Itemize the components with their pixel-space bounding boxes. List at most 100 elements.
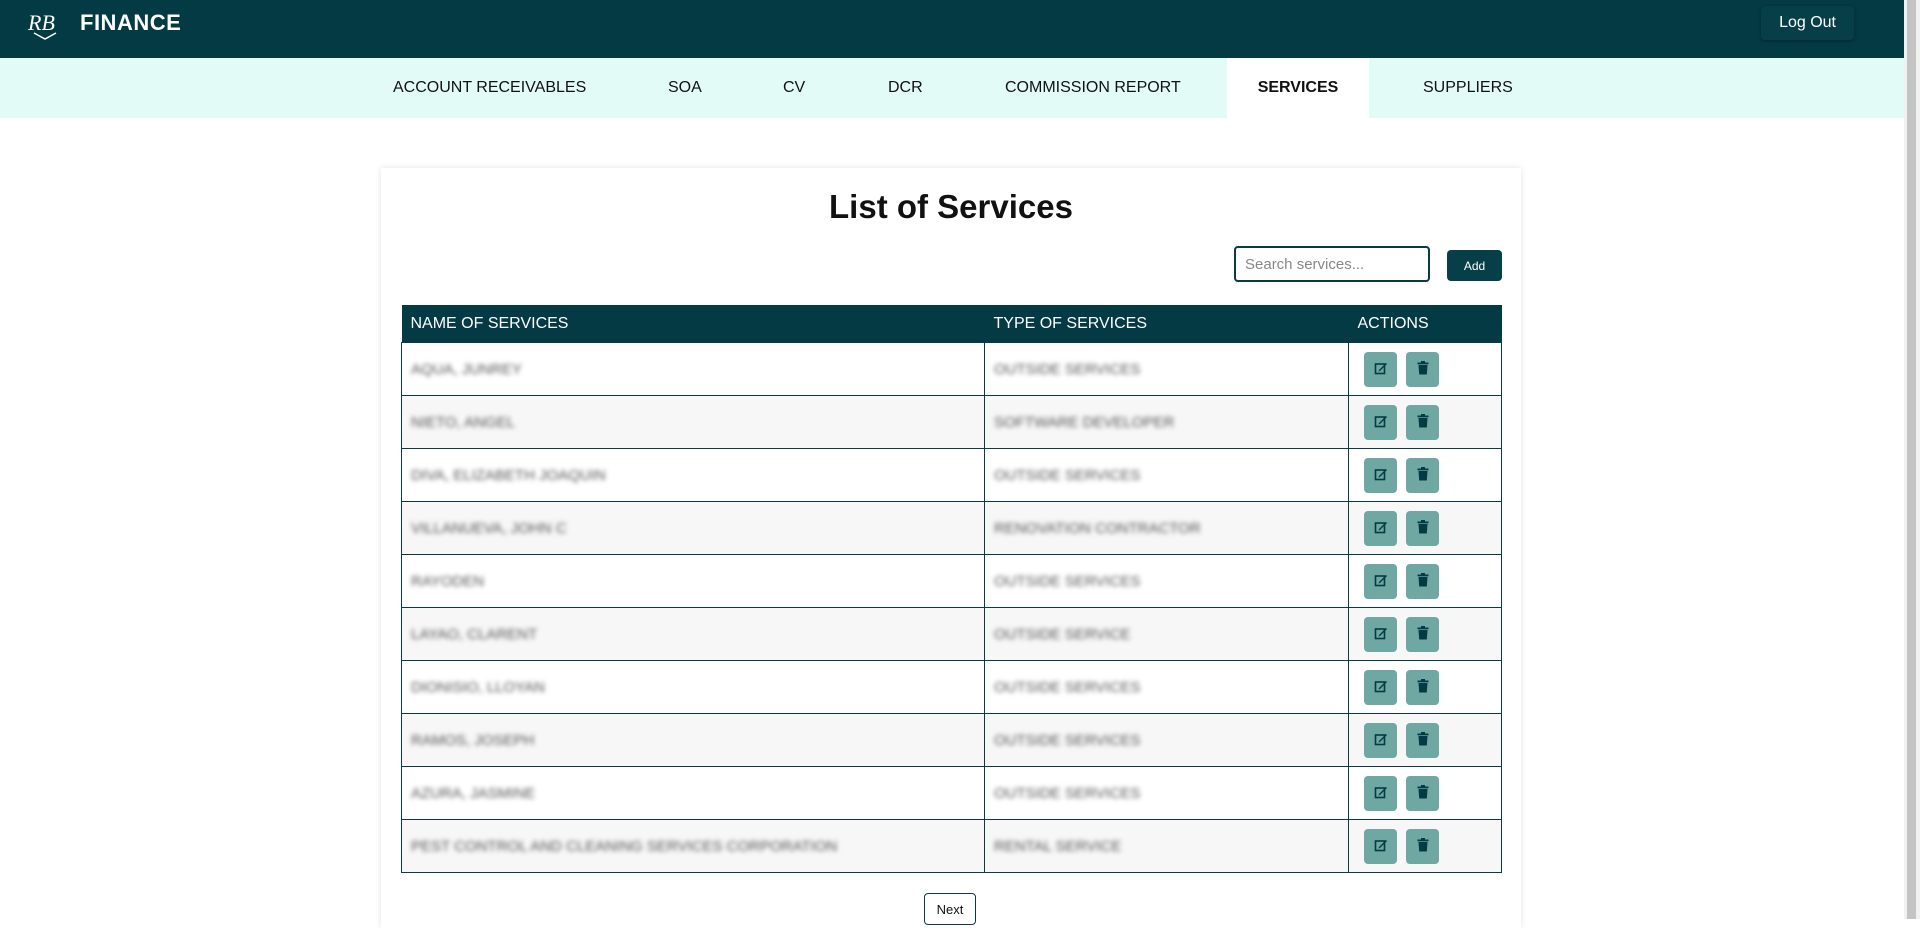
service-type: OUTSIDE SERVICE	[994, 625, 1131, 643]
service-name: DIVA, ELIZABETH JOAQUIN	[411, 466, 606, 484]
service-type: OUTSIDE SERVICES	[994, 678, 1141, 696]
trash-icon	[1417, 519, 1429, 537]
next-page-button[interactable]: Next	[924, 893, 976, 925]
edit-button[interactable]	[1364, 775, 1397, 811]
service-type: OUTSIDE SERVICES	[994, 466, 1141, 484]
edit-button[interactable]	[1364, 457, 1397, 493]
service-type: RENTAL SERVICE	[994, 837, 1122, 855]
table-row: NIETO, ANGEL SOFTWARE DEVELOPER	[401, 395, 1502, 449]
service-name: RAMOS, JOSEPH	[411, 731, 535, 749]
actions-cell	[1348, 342, 1502, 396]
scroll-thumb[interactable]	[1907, 0, 1916, 919]
svg-text:RB: RB	[27, 10, 55, 35]
actions-cell	[1348, 395, 1502, 449]
tab-suppliers[interactable]: SUPPLIERS	[1423, 58, 1513, 118]
edit-icon	[1374, 785, 1388, 802]
service-name: VILLANUEVA, JOHN C	[411, 519, 567, 537]
service-name: AQUA, JUNREY	[411, 360, 522, 378]
edit-icon	[1374, 414, 1388, 431]
service-type-cell: OUTSIDE SERVICES	[984, 554, 1349, 608]
scrollbar[interactable]	[1904, 0, 1920, 919]
service-type-cell: OUTSIDE SERVICES	[984, 766, 1349, 820]
service-name-cell: DIONISIO, LLOYAN	[401, 660, 985, 714]
trash-icon	[1417, 784, 1429, 802]
edit-icon	[1374, 361, 1388, 378]
delete-button[interactable]	[1406, 563, 1439, 599]
table-header-row: NAME OF SERVICES TYPE OF SERVICES ACTION…	[401, 305, 1502, 343]
delete-button[interactable]	[1406, 457, 1439, 493]
edit-button[interactable]	[1364, 510, 1397, 546]
edit-button[interactable]	[1364, 669, 1397, 705]
edit-button[interactable]	[1364, 404, 1397, 440]
edit-button[interactable]	[1364, 828, 1397, 864]
edit-icon	[1374, 679, 1388, 696]
service-type: OUTSIDE SERVICES	[994, 360, 1141, 378]
tab-commission-report[interactable]: COMMISSION REPORT	[1005, 58, 1181, 118]
service-type-cell: RENTAL SERVICE	[984, 819, 1349, 873]
table-row: LAYAO, CLARENT OUTSIDE SERVICE	[401, 607, 1502, 661]
delete-button[interactable]	[1406, 351, 1439, 387]
service-type-cell: OUTSIDE SERVICES	[984, 660, 1349, 714]
trash-icon	[1417, 837, 1429, 855]
main-nav: ACCOUNT RECEIVABLES SOA CV DCR COMMISSIO…	[0, 58, 1904, 118]
actions-cell	[1348, 501, 1502, 555]
table-row: AQUA, JUNREY OUTSIDE SERVICES	[401, 342, 1502, 396]
table-row: VILLANUEVA, JOHN C RENOVATION CONTRACTOR	[401, 501, 1502, 555]
actions-cell	[1348, 448, 1502, 502]
service-type-cell: SOFTWARE DEVELOPER	[984, 395, 1349, 449]
edit-icon	[1374, 467, 1388, 484]
delete-button[interactable]	[1406, 775, 1439, 811]
table-row: RAYODEN OUTSIDE SERVICES	[401, 554, 1502, 608]
services-card: List of Services Add NAME OF SERVICES TY…	[381, 168, 1521, 928]
page-title: List of Services	[829, 188, 1073, 225]
tab-services[interactable]: SERVICES	[1227, 58, 1369, 118]
tab-soa[interactable]: SOA	[668, 58, 702, 118]
service-name: LAYAO, CLARENT	[411, 625, 538, 643]
service-type: OUTSIDE SERVICES	[994, 731, 1141, 749]
logout-button[interactable]: Log Out	[1761, 6, 1854, 40]
tab-cv[interactable]: CV	[783, 58, 805, 118]
actions-cell	[1348, 554, 1502, 608]
service-name-cell: PEST CONTROL AND CLEANING SERVICES CORPO…	[401, 819, 985, 873]
add-button[interactable]: Add	[1447, 250, 1502, 281]
service-name: AZURA, JASMINE	[411, 784, 536, 802]
delete-button[interactable]	[1406, 616, 1439, 652]
service-name-cell: DIVA, ELIZABETH JOAQUIN	[401, 448, 985, 502]
actions-cell	[1348, 660, 1502, 714]
trash-icon	[1417, 413, 1429, 431]
service-type-cell: OUTSIDE SERVICE	[984, 607, 1349, 661]
service-name-cell: RAMOS, JOSEPH	[401, 713, 985, 767]
trash-icon	[1417, 360, 1429, 378]
service-name: RAYODEN	[411, 572, 485, 590]
edit-button[interactable]	[1364, 722, 1397, 758]
services-table: NAME OF SERVICES TYPE OF SERVICES ACTION…	[401, 305, 1502, 873]
service-type-cell: OUTSIDE SERVICES	[984, 342, 1349, 396]
table-row: AZURA, JASMINE OUTSIDE SERVICES	[401, 766, 1502, 820]
tab-dcr[interactable]: DCR	[888, 58, 923, 118]
delete-button[interactable]	[1406, 404, 1439, 440]
edit-icon	[1374, 838, 1388, 855]
service-name: DIONISIO, LLOYAN	[411, 678, 545, 696]
service-name-cell: LAYAO, CLARENT	[401, 607, 985, 661]
delete-button[interactable]	[1406, 828, 1439, 864]
service-name-cell: AZURA, JASMINE	[401, 766, 985, 820]
edit-icon	[1374, 626, 1388, 643]
service-name-cell: AQUA, JUNREY	[401, 342, 985, 396]
column-header-type: TYPE OF SERVICES	[984, 305, 1349, 343]
column-header-actions: ACTIONS	[1348, 305, 1502, 343]
brand: RB FINANCE	[26, 6, 181, 40]
delete-button[interactable]	[1406, 510, 1439, 546]
delete-button[interactable]	[1406, 722, 1439, 758]
tab-account-receivables[interactable]: ACCOUNT RECEIVABLES	[393, 58, 586, 118]
service-type: OUTSIDE SERVICES	[994, 572, 1141, 590]
edit-button[interactable]	[1364, 351, 1397, 387]
service-name-cell: VILLANUEVA, JOHN C	[401, 501, 985, 555]
service-name-cell: RAYODEN	[401, 554, 985, 608]
edit-button[interactable]	[1364, 616, 1397, 652]
edit-button[interactable]	[1364, 563, 1397, 599]
trash-icon	[1417, 731, 1429, 749]
delete-button[interactable]	[1406, 669, 1439, 705]
top-bar: RB FINANCE Log Out	[0, 0, 1904, 58]
actions-cell	[1348, 713, 1502, 767]
search-input[interactable]	[1234, 246, 1430, 282]
